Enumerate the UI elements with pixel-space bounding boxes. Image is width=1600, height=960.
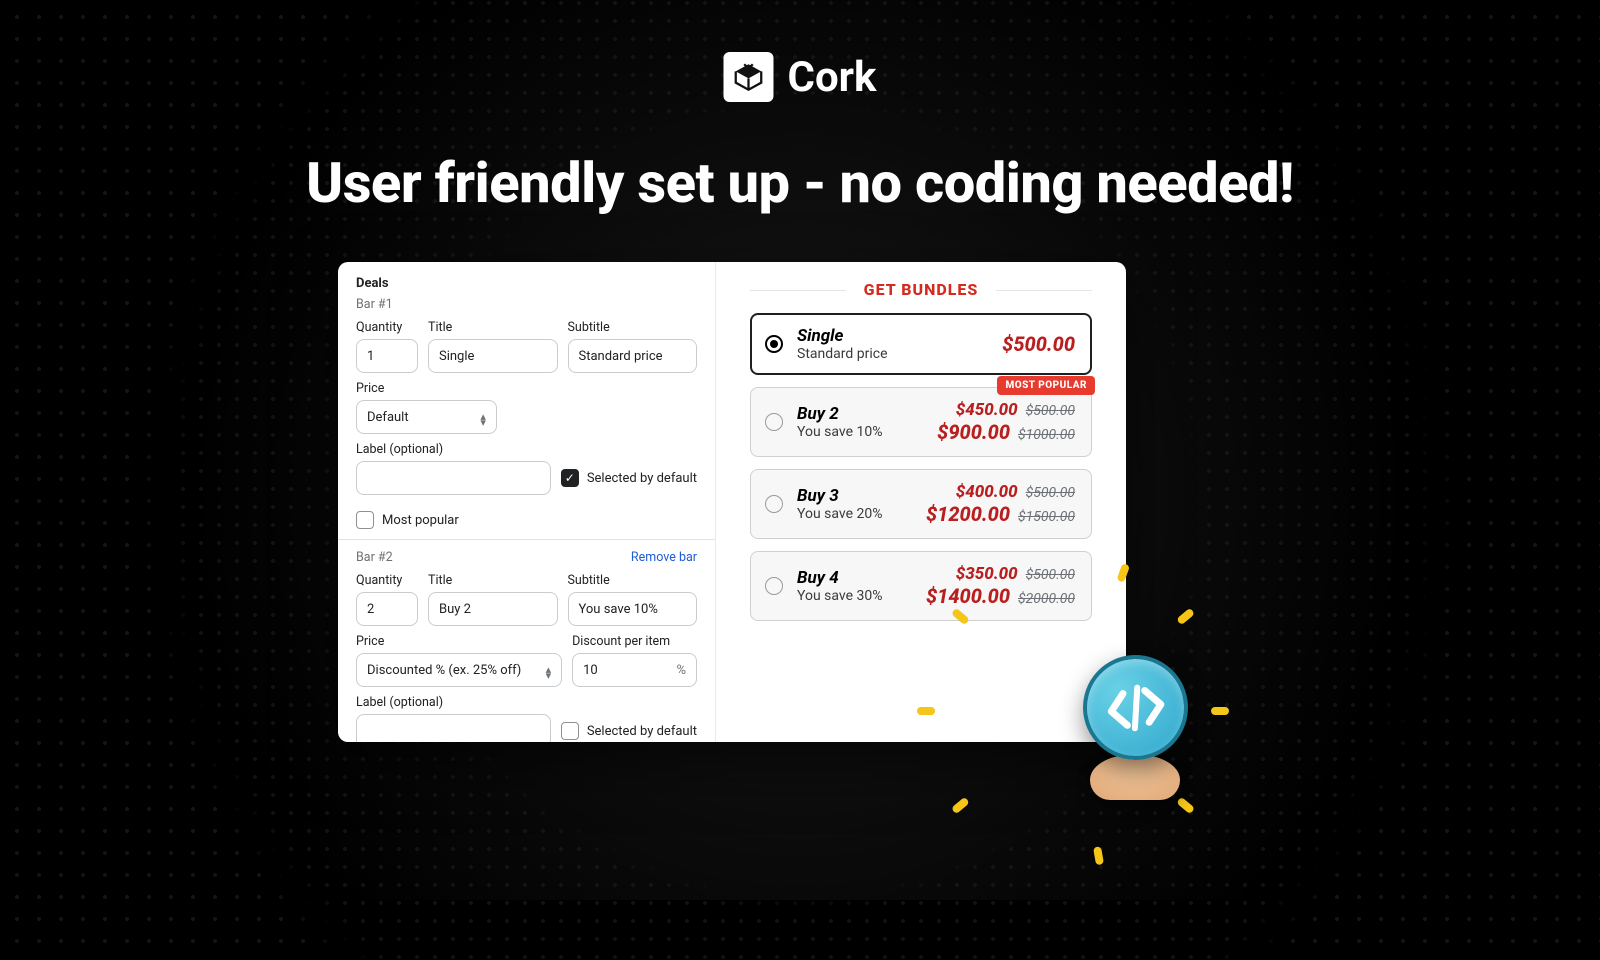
bundle-total-strike: $1500.00 xyxy=(1018,509,1075,525)
headline: User friendly set up - no coding needed! xyxy=(306,150,1294,216)
title-input[interactable]: Buy 2 xyxy=(428,592,558,626)
checkbox-empty-icon xyxy=(561,722,579,740)
discount-per-item-label: Discount per item xyxy=(572,634,697,649)
bundle-option-buy4[interactable]: Buy 4 You save 30% $350.00 $500.00 $1400.… xyxy=(750,551,1092,621)
subtitle-label: Subtitle xyxy=(568,320,698,335)
bundle-total-price: $1400.00 xyxy=(926,584,1010,608)
bundle-title: Buy 4 xyxy=(797,568,912,588)
label-optional-input[interactable] xyxy=(356,714,551,742)
label-optional-label: Label (optional) xyxy=(356,695,697,710)
selected-by-default-checkbox[interactable]: Selected by default xyxy=(561,469,697,487)
bundle-subtitle: You save 20% xyxy=(797,506,912,522)
bundle-subtitle: Standard price xyxy=(797,346,988,362)
subtitle-input[interactable]: Standard price xyxy=(568,339,698,373)
subtitle-input[interactable]: You save 10% xyxy=(568,592,698,626)
bundle-option-buy2[interactable]: MOST POPULAR Buy 2 You save 10% $450.00$… xyxy=(750,387,1092,457)
bundle-subtitle: You save 10% xyxy=(797,424,923,440)
bar-1-title: Bar #1 xyxy=(356,297,393,312)
radio-icon xyxy=(765,413,783,431)
bundle-title: Single xyxy=(797,326,988,346)
price-label: Price xyxy=(356,381,497,396)
bundle-unit-strike: $500.00 xyxy=(1026,567,1075,583)
bundle-option-buy3[interactable]: Buy 3 You save 20% $400.00 $500.00 $1200.… xyxy=(750,469,1092,539)
title-label: Title xyxy=(428,573,558,588)
app-card: Deals Bar #1 Quantity 1 Title Single Sub… xyxy=(338,262,1126,742)
price-select[interactable]: Default ▴▾ xyxy=(356,400,497,434)
bar-2-title: Bar #2 xyxy=(356,550,393,565)
title-label: Title xyxy=(428,320,558,335)
radio-selected-icon xyxy=(765,335,783,353)
label-optional-label: Label (optional) xyxy=(356,442,697,457)
price-select[interactable]: Discounted % (ex. 25% off) ▴▾ xyxy=(356,653,562,687)
bundle-unit-strike: $500.00 xyxy=(1026,403,1075,419)
bundle-total-price: $900.00 xyxy=(937,420,1010,444)
discount-per-item-input[interactable]: 10 % xyxy=(572,653,697,687)
code-illustration xyxy=(1050,622,1220,792)
bundle-total-strike: $2000.00 xyxy=(1018,591,1075,607)
brand-name: Cork xyxy=(787,53,876,102)
bundle-total-price: $1200.00 xyxy=(926,502,1010,526)
chevron-updown-icon: ▴▾ xyxy=(480,411,486,423)
bar-2: Bar #2 Remove bar Quantity 2 Title Buy 2… xyxy=(356,550,697,742)
bundle-option-single[interactable]: Single Standard price $500.00 xyxy=(750,313,1092,375)
bundle-subtitle: You save 30% xyxy=(797,588,912,604)
bundle-price: $500.00 xyxy=(1002,332,1075,356)
bundle-unit-price: $400.00 xyxy=(956,482,1018,502)
checkbox-checked-icon xyxy=(561,469,579,487)
brand-logo: Cork xyxy=(723,52,876,102)
quantity-label: Quantity xyxy=(356,573,418,588)
deals-heading: Deals xyxy=(356,276,697,291)
bundle-unit-strike: $500.00 xyxy=(1026,485,1075,501)
remove-bar-link[interactable]: Remove bar xyxy=(631,550,697,565)
quantity-input[interactable]: 2 xyxy=(356,592,418,626)
bundle-title: Buy 3 xyxy=(797,486,912,506)
most-popular-checkbox[interactable]: Most popular xyxy=(356,511,697,529)
quantity-label: Quantity xyxy=(356,320,418,335)
quantity-input[interactable]: 1 xyxy=(356,339,418,373)
bundle-title: Buy 2 xyxy=(797,404,923,424)
bundle-unit-price: $350.00 xyxy=(956,564,1018,584)
radio-icon xyxy=(765,577,783,595)
checkbox-empty-icon xyxy=(356,511,374,529)
bundle-unit-price: $450.00 xyxy=(956,400,1018,420)
price-label: Price xyxy=(356,634,562,649)
chevron-updown-icon: ▴▾ xyxy=(546,664,552,676)
radio-icon xyxy=(765,495,783,513)
subtitle-label: Subtitle xyxy=(568,573,698,588)
title-input[interactable]: Single xyxy=(428,339,558,373)
bundle-total-strike: $1000.00 xyxy=(1018,427,1075,443)
box-icon xyxy=(723,52,773,102)
label-optional-input[interactable] xyxy=(356,461,551,495)
settings-panel: Deals Bar #1 Quantity 1 Title Single Sub… xyxy=(338,262,716,742)
divider xyxy=(338,539,715,540)
selected-by-default-checkbox[interactable]: Selected by default xyxy=(561,722,697,740)
bundles-heading: GET BUNDLES xyxy=(750,280,1092,299)
bar-1: Bar #1 Quantity 1 Title Single Subtitle … xyxy=(356,297,697,529)
most-popular-badge: MOST POPULAR xyxy=(997,376,1095,395)
